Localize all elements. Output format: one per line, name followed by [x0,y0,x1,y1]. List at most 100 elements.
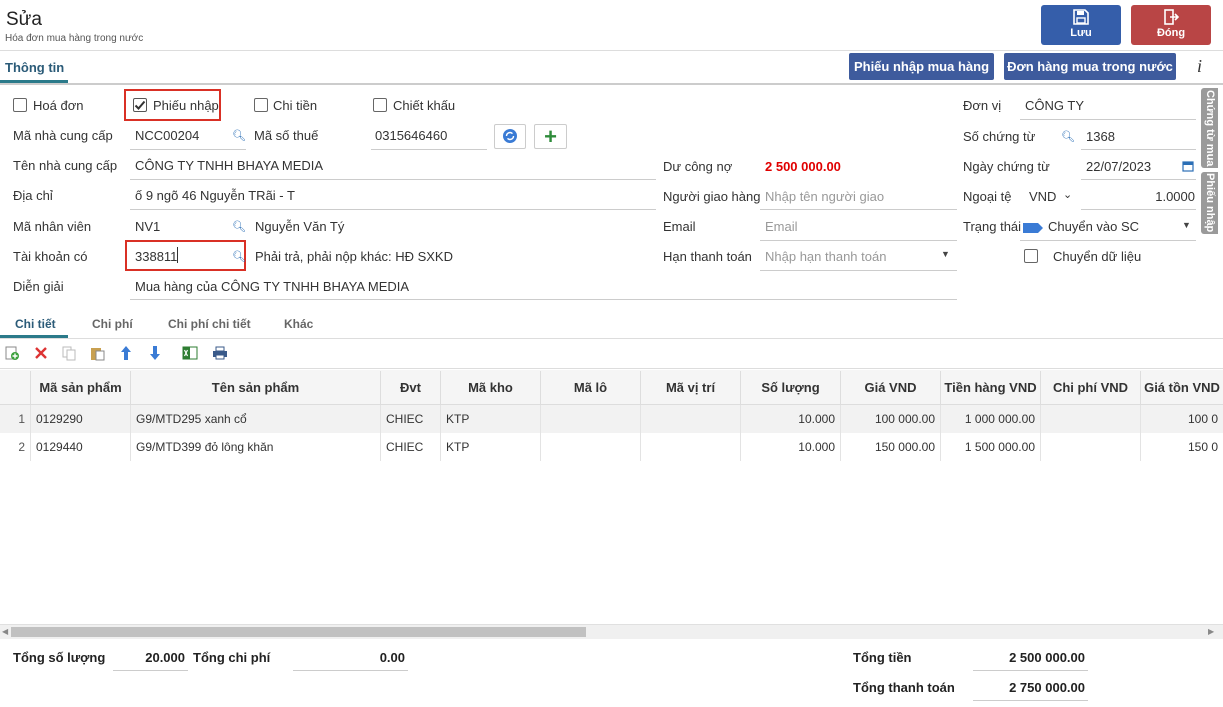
subtab-cost[interactable]: Chi phí [92,317,133,331]
table-row[interactable]: 1 0129290 G9/MTD295 xanh cổ CHIEC KTP 10… [0,405,1223,433]
close-button[interactable]: Đóng [1131,5,1211,45]
table-cell[interactable]: G9/MTD295 xanh cổ [131,405,381,433]
table-cell[interactable]: 100 0 [1141,405,1223,433]
table-cell[interactable]: 0129290 [31,405,131,433]
voucher-no-input[interactable]: 1368 [1086,129,1115,144]
table-cell[interactable]: CHIEC [381,433,441,461]
deliverer-underline [760,209,957,210]
side-tab-receipt[interactable]: Phiếu nhập [1201,172,1218,234]
column-header[interactable]: Mã vị trí [641,371,741,405]
column-header[interactable]: Tiền hàng VND [941,371,1041,405]
transfer-checkbox[interactable] [1024,249,1038,263]
subtab-detail[interactable]: Chi tiết [15,317,56,331]
column-header[interactable]: Chi phí VND [1041,371,1141,405]
table-cell[interactable]: 1 000 000.00 [941,405,1041,433]
floppy-disk-icon [1073,9,1089,25]
table-cell[interactable]: 150 000.00 [841,433,941,461]
supplier-name-label: Tên nhà cung cấp [13,158,118,173]
table-cell[interactable]: KTP [441,405,541,433]
chevron-down-icon[interactable]: ⌄ [1063,188,1072,201]
due-select[interactable]: Nhập hạn thanh toán [765,249,886,264]
search-icon[interactable]: 🔍︎ [232,220,246,233]
supplier-name-input[interactable]: CÔNG TY TNHH BHAYA MEDIA [135,158,323,173]
divider [0,50,1223,51]
info-icon[interactable]: i [1197,56,1202,77]
table-cell[interactable]: 10.000 [741,405,841,433]
email-input[interactable]: Email [765,219,798,234]
dropdown-arrow-icon[interactable]: ▼ [941,249,950,259]
receipt-purchase-button[interactable]: Phiếu nhập mua hàng [849,53,994,80]
tax-code-underline [371,149,487,150]
dropdown-arrow-icon[interactable]: ▼ [1182,220,1191,230]
excel-icon[interactable] [182,345,198,364]
table-cell[interactable]: 0129440 [31,433,131,461]
scroll-left-icon[interactable]: ◀ [2,627,8,636]
delete-row-icon[interactable] [33,345,49,364]
table-cell[interactable]: 100 000.00 [841,405,941,433]
tab-info[interactable]: Thông tin [0,53,68,83]
voucher-date-input[interactable]: 22/07/2023 [1086,159,1151,174]
search-icon[interactable]: 🔍︎ [232,250,246,263]
discount-checkbox[interactable] [373,98,387,112]
employee-code-input[interactable]: NV1 [135,219,160,234]
copy-icon[interactable] [61,345,77,364]
side-tab-purchase-voucher[interactable]: Chứng từ mua [1201,88,1218,168]
table-cell[interactable]: G9/MTD399 đỏ lông khăn [131,433,381,461]
column-header[interactable]: Mã lô [541,371,641,405]
table-cell[interactable]: 150 0 [1141,433,1223,461]
payment-checkbox[interactable] [254,98,268,112]
domestic-order-button[interactable]: Đơn hàng mua trong nước [1004,53,1176,80]
print-icon[interactable] [212,345,228,364]
currency-select[interactable]: VND [1029,189,1056,204]
column-header[interactable]: Mã kho [441,371,541,405]
employee-code-label: Mã nhân viên [13,219,92,234]
debt-value: 2 500 000.00 [765,159,841,174]
subtab-cost-detail[interactable]: Chi phí chi tiết [168,317,251,331]
table-row[interactable]: 2 0129440 G9/MTD399 đỏ lông khăn CHIEC K… [0,433,1223,461]
table-cell[interactable] [641,405,741,433]
table-cell[interactable]: 10.000 [741,433,841,461]
save-button[interactable]: Lưu [1041,5,1121,45]
subtab-other[interactable]: Khác [284,317,313,331]
supplier-code-input[interactable]: NCC00204 [135,128,199,143]
description-input[interactable]: Mua hàng của CÔNG TY TNHH BHAYA MEDIA [135,279,409,294]
calendar-icon[interactable] [1182,160,1194,175]
search-icon[interactable]: 🔍︎ [232,129,246,142]
refresh-tax-button[interactable] [494,124,526,149]
search-icon[interactable]: 🔍︎ [1061,130,1075,143]
receipt-checkbox[interactable] [133,98,147,112]
employee-name: Nguyễn Văn Tý [255,219,345,234]
exchange-rate-input[interactable]: 1.0000 [1100,189,1195,204]
table-cell[interactable]: 1 500 000.00 [941,433,1041,461]
move-up-icon[interactable] [118,345,134,364]
column-header[interactable]: Đvt [381,371,441,405]
status-label: Trạng thái [963,219,1022,234]
table-cell[interactable] [1041,405,1141,433]
table-cell[interactable] [541,405,641,433]
tabs-divider [0,83,1223,85]
status-select[interactable]: Chuyển vào SC [1048,219,1139,234]
credit-account-input[interactable]: 338811 [135,249,177,264]
column-header[interactable]: Tên sản phẩm [131,371,381,405]
column-header[interactable]: Mã sản phẩm [31,371,131,405]
column-header[interactable]: Giá tồn VND [1141,371,1223,405]
add-row-icon[interactable] [4,345,20,364]
table-cell[interactable] [1041,433,1141,461]
horizontal-scrollbar[interactable]: ◀ ▶ [0,624,1223,639]
paste-icon[interactable] [89,345,105,364]
scroll-right-icon[interactable]: ▶ [1208,627,1214,636]
unit-value[interactable]: CÔNG TY [1025,98,1084,113]
table-cell[interactable] [541,433,641,461]
column-header[interactable]: Giá VND [841,371,941,405]
tax-code-input[interactable]: 0315646460 [375,128,447,143]
move-down-icon[interactable] [147,345,163,364]
column-header[interactable]: Số lượng [741,371,841,405]
table-cell[interactable]: KTP [441,433,541,461]
add-supplier-button[interactable]: + [534,124,567,149]
table-cell[interactable] [641,433,741,461]
deliverer-input[interactable]: Nhập tên người giao [765,189,884,204]
address-input[interactable]: ố 9 ngõ 46 Nguyễn TRãi - T [135,188,295,203]
scrollbar-thumb[interactable] [11,627,586,637]
table-cell[interactable]: CHIEC [381,405,441,433]
invoice-checkbox[interactable] [13,98,27,112]
